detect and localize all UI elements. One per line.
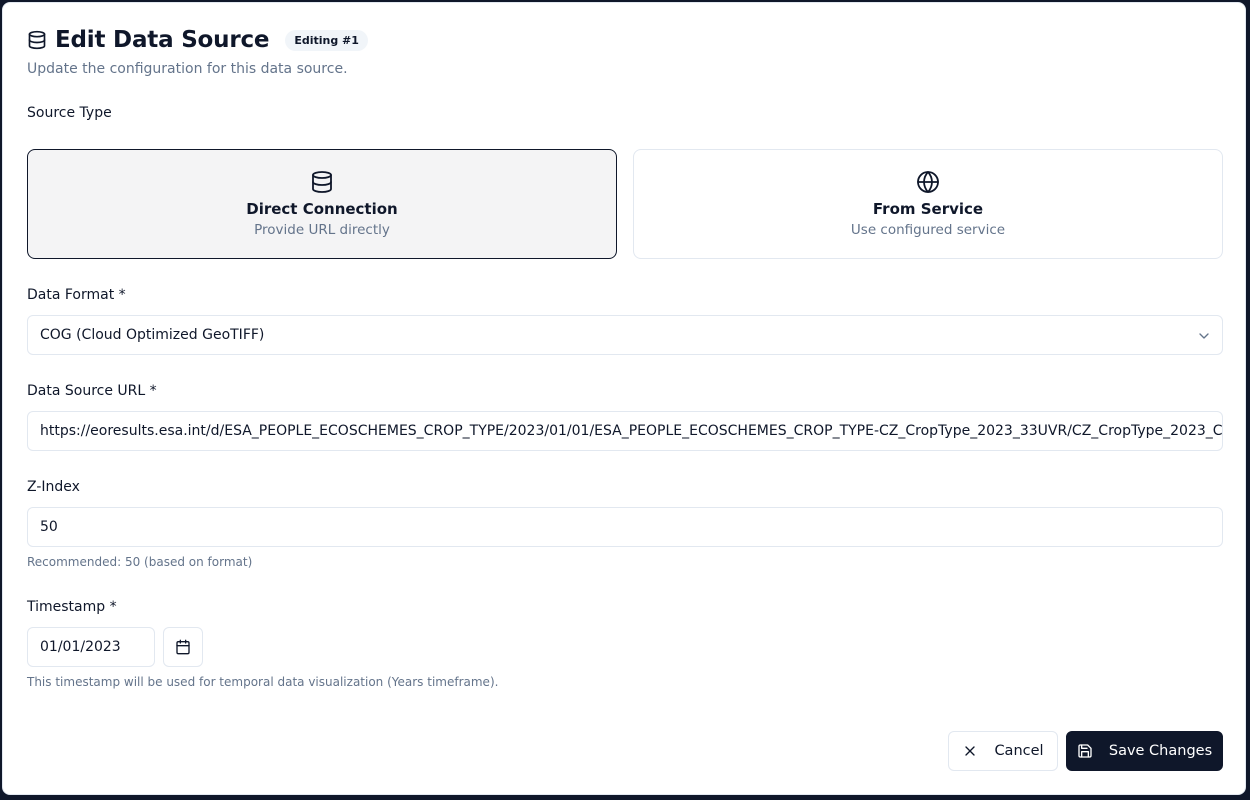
timestamp-hint: This timestamp will be used for temporal… [27, 675, 499, 689]
close-icon [962, 743, 978, 759]
data-source-url-input[interactable]: https://eoresults.esa.int/d/ESA_PEOPLE_E… [27, 411, 1223, 451]
option-title: Direct Connection [246, 200, 398, 218]
editing-badge: Editing #1 [285, 29, 368, 51]
dialog-subtitle: Update the configuration for this data s… [27, 61, 348, 77]
save-icon [1077, 743, 1093, 759]
timestamp-value: 01/01/2023 [40, 639, 121, 655]
z-index-hint: Recommended: 50 (based on format) [27, 555, 253, 569]
cancel-button[interactable]: Cancel [948, 731, 1058, 771]
data-source-url-label: Data Source URL * [27, 383, 157, 399]
edit-data-source-dialog: Edit Data Source Editing #1 Update the c… [2, 2, 1246, 795]
timestamp-label: Timestamp * [27, 599, 117, 615]
database-icon [27, 30, 47, 50]
dialog-title: Edit Data Source [55, 27, 270, 53]
calendar-icon [175, 639, 191, 655]
timestamp-input[interactable]: 01/01/2023 [27, 627, 155, 667]
data-format-value: COG (Cloud Optimized GeoTIFF) [40, 327, 265, 343]
chevron-down-icon [1196, 328, 1212, 344]
option-title: From Service [872, 200, 984, 218]
data-source-url-value: https://eoresults.esa.int/d/ESA_PEOPLE_E… [40, 423, 1223, 439]
from-service-option[interactable]: From Service Use configured service [633, 149, 1223, 259]
globe-icon [916, 170, 940, 194]
save-changes-button[interactable]: Save Changes [1066, 731, 1223, 771]
title-row: Edit Data Source Editing #1 [27, 25, 1217, 55]
dialog-header: Edit Data Source Editing #1 Update the c… [27, 25, 1217, 77]
cancel-label: Cancel [994, 743, 1044, 759]
calendar-button[interactable] [163, 627, 203, 667]
source-type-label: Source Type [27, 105, 112, 121]
direct-connection-option[interactable]: Direct Connection Provide URL directly [27, 149, 617, 259]
z-index-input[interactable]: 50 [27, 507, 1223, 547]
z-index-label: Z-Index [27, 479, 80, 495]
save-label: Save Changes [1108, 743, 1213, 759]
data-format-label: Data Format * [27, 287, 126, 303]
database-icon [310, 170, 334, 194]
z-index-value: 50 [40, 519, 58, 535]
option-description: Provide URL directly [254, 222, 390, 238]
data-format-select[interactable]: COG (Cloud Optimized GeoTIFF) [27, 315, 1223, 355]
option-description: Use configured service [850, 222, 1006, 238]
